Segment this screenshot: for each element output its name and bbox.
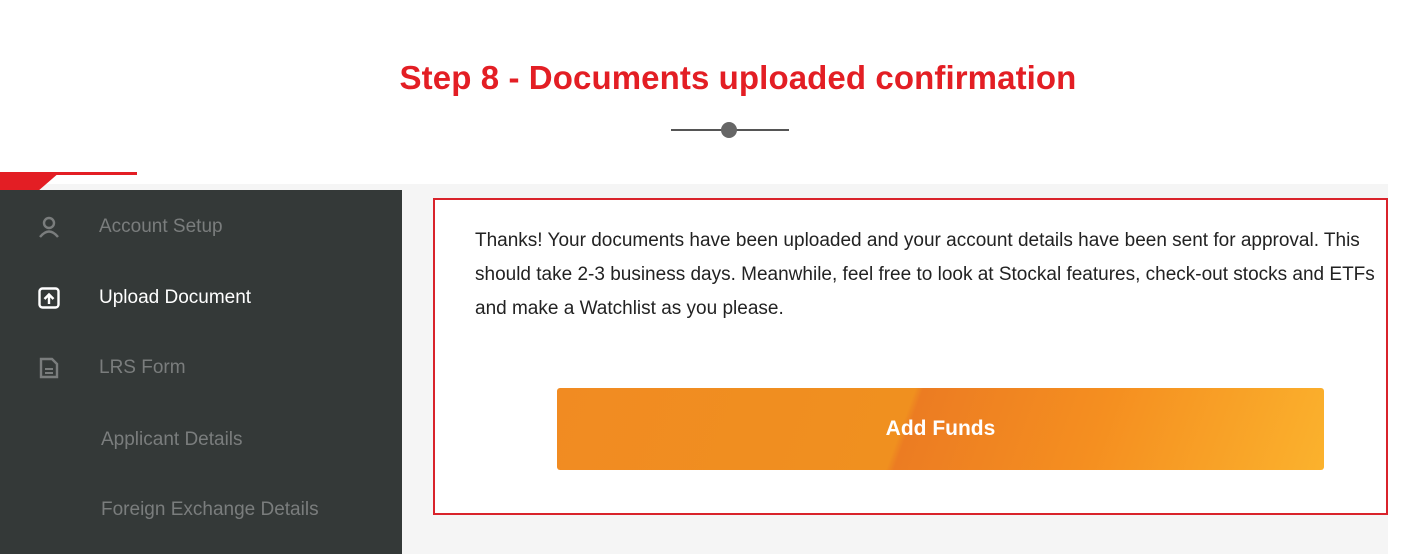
user-icon — [38, 216, 60, 238]
divider-dot — [721, 122, 737, 138]
red-corner-line — [40, 172, 137, 175]
sidebar-item-label: Applicant Details — [101, 429, 243, 450]
sidebar-item-account-setup[interactable]: Account Setup — [0, 202, 402, 252]
sidebar-item-upload-document[interactable]: Upload Document — [0, 273, 402, 323]
sidebar-item-applicant-details[interactable]: Applicant Details — [0, 415, 402, 465]
document-icon — [38, 357, 60, 379]
sidebar: Account Setup Upload Document LRS Form A… — [0, 190, 402, 554]
title-divider — [671, 122, 789, 138]
sidebar-item-label: LRS Form — [99, 357, 186, 378]
upload-icon — [38, 287, 60, 309]
sidebar-item-foreign-exchange-details[interactable]: Foreign Exchange Details — [0, 485, 402, 535]
sidebar-item-label: Upload Document — [99, 287, 252, 308]
page-title: Step 8 - Documents uploaded confirmation — [399, 59, 1077, 96]
sidebar-item-label: Foreign Exchange Details — [101, 499, 319, 520]
add-funds-button[interactable]: Add Funds — [557, 388, 1324, 470]
sidebar-item-lrs-form[interactable]: LRS Form — [0, 343, 402, 393]
sidebar-item-label: Account Setup — [99, 216, 223, 237]
confirmation-panel: Thanks! Your documents have been uploade… — [433, 198, 1388, 515]
confirmation-message: Thanks! Your documents have been uploade… — [475, 230, 1375, 319]
